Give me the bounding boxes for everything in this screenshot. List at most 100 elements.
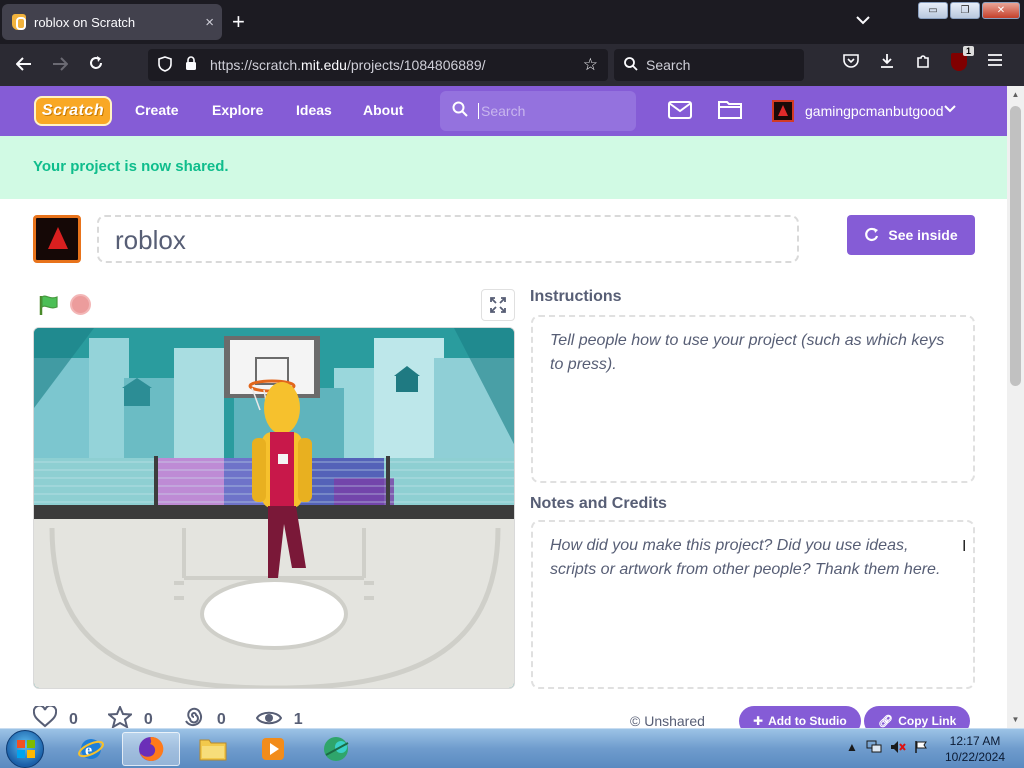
remix-stat: 0 — [183, 706, 226, 728]
project-title-input[interactable]: roblox — [97, 215, 799, 263]
lock-icon[interactable] — [178, 56, 204, 74]
nav-about[interactable]: About — [363, 102, 403, 118]
nav-ideas[interactable]: Ideas — [296, 102, 332, 118]
see-inside-label: See inside — [888, 227, 958, 243]
link-icon: 🔗︎ — [878, 714, 894, 728]
view-stat: 1 — [255, 707, 303, 728]
scrollbar-thumb[interactable] — [1010, 106, 1021, 386]
downloads-icon[interactable] — [876, 53, 898, 76]
scratch-logo[interactable]: Scratch — [34, 96, 112, 126]
list-all-tabs-chevron-icon[interactable] — [856, 12, 870, 28]
copy-link-button[interactable]: 🔗︎ Copy Link — [864, 706, 971, 728]
heart-icon — [32, 704, 58, 728]
star-icon — [106, 704, 134, 728]
shared-banner: Your project is now shared. — [0, 136, 1007, 199]
forward-arrow-icon[interactable] — [42, 55, 78, 76]
green-flag-icon[interactable] — [38, 294, 60, 316]
love-stat[interactable]: 0 — [32, 704, 78, 728]
my-stuff-folder-icon[interactable] — [718, 99, 742, 125]
user-avatar[interactable] — [772, 100, 794, 122]
favorite-count: 0 — [143, 711, 153, 728]
app-taskbar-icon[interactable] — [308, 732, 366, 766]
fullscreen-icon — [490, 297, 506, 313]
pocket-icon[interactable] — [840, 53, 862, 76]
stage-scene-basketball-court — [34, 328, 514, 688]
view-count: 1 — [293, 711, 303, 728]
browser-navbar: https://scratch.mit.edu/projects/1084806… — [0, 44, 1024, 86]
browser-search-placeholder: Search — [646, 57, 691, 73]
new-tab-button[interactable]: + — [232, 8, 245, 36]
media-player-icon[interactable] — [244, 732, 302, 766]
back-arrow-icon[interactable] — [6, 55, 42, 76]
window-close-button[interactable]: ✕ — [982, 2, 1020, 19]
reload-icon[interactable] — [78, 55, 114, 76]
love-count: 0 — [69, 711, 78, 728]
instructions-textarea[interactable]: Tell people how to use your project (suc… — [531, 315, 975, 483]
project-stage[interactable] — [33, 327, 515, 689]
hamburger-menu-icon[interactable] — [984, 53, 1006, 76]
scratch-search-input[interactable] — [478, 103, 618, 119]
tracking-shield-icon[interactable] — [152, 55, 178, 75]
copy-link-label: Copy Link — [898, 714, 957, 728]
scratch-search-box — [440, 91, 636, 131]
eye-icon — [255, 707, 282, 728]
nav-create[interactable]: Create — [135, 102, 179, 118]
fullscreen-button[interactable] — [481, 289, 515, 321]
scratch-header: Scratch Create Explore Ideas About gamin… — [0, 86, 1007, 136]
scroll-down-arrow-icon[interactable]: ▼ — [1007, 711, 1024, 728]
toolbar-icons: 1 — [840, 46, 1006, 76]
project-author-avatar[interactable] — [33, 215, 81, 263]
text-cursor-icon: I — [962, 538, 967, 555]
windows-taskbar: e ▲ 12:17 AM 10/22/2024 — [0, 728, 1024, 768]
username[interactable]: gamingpcmanbutgood — [805, 103, 944, 119]
volume-muted-icon[interactable] — [890, 740, 906, 757]
remix-count: 0 — [216, 711, 226, 728]
extensions-puzzle-icon[interactable] — [912, 53, 934, 76]
window-restore-button[interactable]: ❐ — [950, 2, 980, 19]
nav-explore[interactable]: Explore — [212, 102, 263, 118]
network-icon[interactable] — [866, 740, 882, 757]
window-minimize-button[interactable]: ▭ — [918, 2, 948, 19]
instructions-label: Instructions — [530, 288, 622, 305]
page-scrollbar[interactable]: ▲ ▼ — [1007, 86, 1024, 728]
add-to-studio-button[interactable]: ✚ Add to Studio — [739, 706, 861, 728]
tab-title: roblox on Scratch — [34, 14, 136, 30]
system-tray: ▲ — [846, 740, 928, 757]
start-button[interactable] — [6, 730, 44, 768]
favorite-stat[interactable]: 0 — [106, 704, 153, 728]
windows-logo-icon — [17, 740, 35, 758]
tab-close-icon[interactable]: × — [205, 14, 214, 31]
file-explorer-icon[interactable] — [184, 732, 242, 766]
plus-icon: ✚ — [753, 714, 764, 728]
page-viewport: Scratch Create Explore Ideas About gamin… — [0, 86, 1024, 728]
notes-credits-textarea[interactable]: How did you make this project? Did you u… — [531, 520, 975, 689]
taskbar-clock[interactable]: 12:17 AM 10/22/2024 — [940, 733, 1010, 765]
scratch-favicon-icon — [12, 14, 26, 30]
search-icon — [624, 56, 638, 74]
see-inside-icon — [865, 227, 879, 242]
browser-tab[interactable]: roblox on Scratch × — [2, 4, 222, 40]
extension-badge: 1 — [962, 46, 974, 56]
ublock-extension-icon[interactable]: 1 — [948, 46, 974, 76]
show-hidden-icons-arrow-icon[interactable]: ▲ — [846, 740, 858, 757]
search-icon — [452, 101, 468, 122]
browser-search-field[interactable]: Search — [614, 49, 804, 81]
remix-spiral-icon — [183, 706, 205, 728]
clock-time: 12:17 AM — [949, 734, 1001, 748]
action-center-flag-icon[interactable] — [914, 740, 928, 757]
firefox-taskbar-icon[interactable] — [122, 732, 180, 766]
window-controls: ▭ ❐ ✕ — [918, 2, 1020, 19]
bookmark-star-icon[interactable]: ☆ — [583, 55, 598, 75]
url-text: https://scratch.mit.edu/projects/1084806… — [210, 57, 486, 73]
internet-explorer-icon[interactable]: e — [62, 732, 120, 766]
see-inside-button[interactable]: See inside — [847, 215, 975, 255]
address-bar[interactable]: https://scratch.mit.edu/projects/1084806… — [148, 49, 608, 81]
notes-credits-label: Notes and Credits — [530, 495, 667, 512]
shared-banner-text: Your project is now shared. — [33, 158, 229, 175]
messages-envelope-icon[interactable] — [668, 99, 692, 125]
account-dropdown-chevron-icon[interactable] — [944, 100, 956, 116]
scroll-up-arrow-icon[interactable]: ▲ — [1007, 86, 1024, 103]
stop-icon[interactable] — [70, 294, 91, 315]
unshared-link[interactable]: © Unshared — [630, 713, 705, 728]
project-stats: 0 0 0 1 — [32, 704, 333, 728]
